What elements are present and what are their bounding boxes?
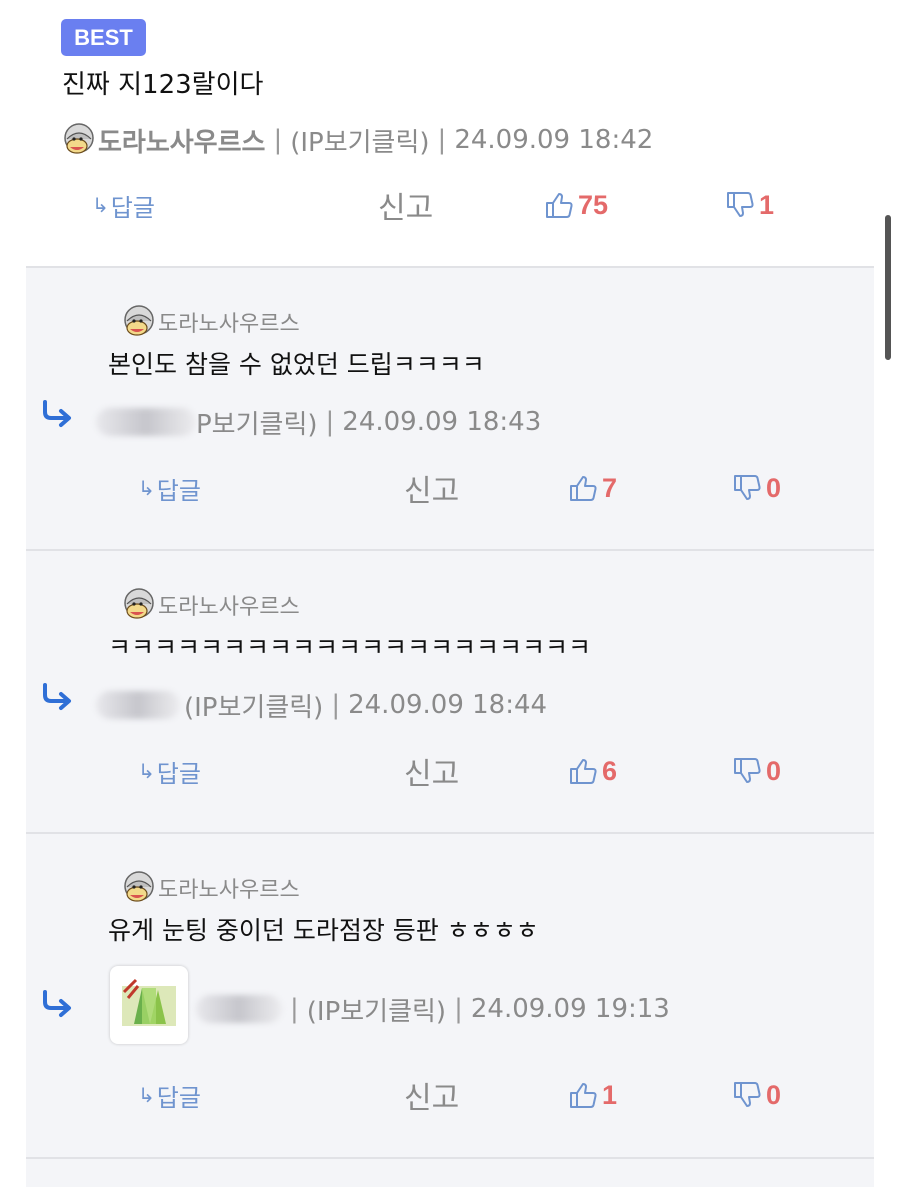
timestamp: 24.09.09 18:43 (342, 407, 542, 437)
downvote-button[interactable]: 0 (732, 463, 781, 513)
reply-label: 답글 (156, 476, 201, 505)
upvote-button[interactable]: 1 (568, 1070, 617, 1120)
avatar-icon (120, 586, 158, 624)
reply-actions: ↳ 답글 신고 7 0 (26, 463, 874, 513)
reply-item: 도라노사우르스 유게 눈팅 중이던 도라점장 등판 ㅎㅎㅎㅎ | (IP보기클릭… (26, 832, 874, 1157)
reply-button[interactable]: ↳ 답글 (138, 463, 201, 513)
avatar-icon (60, 121, 98, 159)
reply-arrow-icon (40, 682, 74, 712)
ip-view-link[interactable]: (IP보기클릭) (290, 122, 429, 159)
reply-actions: ↳ 답글 신고 1 0 (26, 1070, 874, 1120)
upvote-count: 6 (602, 755, 618, 786)
downvote-button[interactable]: 0 (732, 746, 781, 796)
upvote-count: 75 (578, 189, 609, 220)
timestamp: 24.09.09 18:44 (348, 690, 548, 720)
reply-arrow-icon: ↳ (138, 1083, 155, 1107)
downvote-count: 0 (766, 1079, 782, 1110)
reply-label: 답글 (110, 193, 155, 222)
blurred-nick (96, 408, 196, 436)
reply-meta: P보기클릭) | 24.09.09 18:43 (96, 400, 541, 444)
separator: | (325, 407, 335, 437)
reply-arrow-icon: ↳ (92, 193, 109, 217)
separator: | (331, 690, 341, 720)
reply-label: 답글 (156, 759, 201, 788)
author-nick[interactable]: 도라노사우르스 (98, 122, 265, 159)
report-button[interactable]: 신고 (404, 1070, 459, 1120)
reply-meta: | (IP보기클릭) | 24.09.09 19:13 (196, 987, 670, 1031)
next-reply-edge (26, 1157, 874, 1187)
reply-arrow-icon (40, 989, 74, 1019)
thumbs-down-icon (725, 190, 755, 220)
upvote-count: 7 (602, 472, 618, 503)
thumbs-up-icon (568, 473, 598, 503)
upvote-count: 1 (602, 1079, 618, 1110)
comment-meta: 도라노사우르스 | (IP보기클릭) | 24.09.09 18:42 (60, 120, 653, 160)
separator: | (454, 994, 463, 1024)
reply-item: 도라노사우르스 본인도 참을 수 없었던 드립ㅋㅋㅋㅋ P보기클릭) | 24.… (26, 266, 874, 549)
blurred-nick (196, 995, 282, 1023)
reply-author[interactable]: 도라노사우르스 (120, 586, 300, 624)
thumbs-down-icon (732, 473, 762, 503)
reply-arrow-icon: ↳ (138, 759, 155, 783)
thumbs-down-icon (732, 756, 762, 786)
thumbs-down-icon (732, 1080, 762, 1110)
upvote-button[interactable]: 7 (568, 463, 617, 513)
comment-text: 진짜 지123랄이다 (62, 70, 264, 100)
reply-author-nick: 도라노사우르스 (158, 595, 300, 620)
timestamp: 24.09.09 19:13 (470, 994, 670, 1024)
downvote-button[interactable]: 0 (732, 1070, 781, 1120)
upvote-button[interactable]: 75 (544, 180, 608, 230)
reply-meta: (IP보기클릭) | 24.09.09 18:44 (96, 683, 547, 727)
separator: | (290, 994, 299, 1024)
thumbs-up-icon (568, 1080, 598, 1110)
timestamp: 24.09.09 18:42 (454, 125, 654, 155)
reply-item: 도라노사우르스 ㅋㅋㅋㅋㅋㅋㅋㅋㅋㅋㅋㅋㅋㅋㅋㅋㅋㅋㅋㅋㅋ (IP보기클릭) |… (26, 549, 874, 832)
report-button[interactable]: 신고 (378, 180, 433, 230)
ip-view-link[interactable]: (IP보기클릭) (184, 687, 323, 724)
reply-author[interactable]: 도라노사우르스 (120, 869, 300, 907)
reply-text: 유게 눈팅 중이던 도라점장 등판 ㅎㅎㅎㅎ (108, 916, 539, 945)
scrollbar[interactable] (885, 215, 891, 360)
reply-button[interactable]: ↳ 답글 (138, 1070, 201, 1120)
downvote-button[interactable]: 1 (725, 180, 774, 230)
report-button[interactable]: 신고 (404, 463, 459, 513)
downvote-count: 0 (766, 755, 782, 786)
reply-author-nick: 도라노사우르스 (158, 312, 300, 337)
reply-actions: ↳ 답글 신고 6 0 (26, 746, 874, 796)
reply-text: ㅋㅋㅋㅋㅋㅋㅋㅋㅋㅋㅋㅋㅋㅋㅋㅋㅋㅋㅋㅋㅋ (108, 633, 592, 662)
thumbs-up-icon (544, 190, 574, 220)
blurred-nick (96, 691, 180, 719)
avatar-icon (120, 303, 158, 341)
reply-button[interactable]: ↳ 답글 (138, 746, 201, 796)
ip-view-link[interactable]: (IP보기클릭) (307, 991, 446, 1028)
downvote-count: 0 (766, 472, 782, 503)
ip-view-link[interactable]: P보기클릭) (196, 404, 318, 441)
reply-author-nick: 도라노사우르스 (158, 878, 300, 903)
upvote-button[interactable]: 6 (568, 746, 617, 796)
reply-arrow-icon (40, 399, 74, 429)
separator: | (437, 125, 447, 155)
reply-text: 본인도 참을 수 없었던 드립ㅋㅋㅋㅋ (108, 350, 485, 379)
avatar-icon (120, 869, 158, 907)
sticker-icon (110, 966, 188, 1044)
report-button[interactable]: 신고 (404, 746, 459, 796)
reply-author[interactable]: 도라노사우르스 (120, 303, 300, 341)
downvote-count: 1 (759, 189, 775, 220)
reply-arrow-icon: ↳ (138, 476, 155, 500)
comment-actions: ↳ 답글 신고 75 1 (0, 180, 900, 230)
thumbs-up-icon (568, 756, 598, 786)
best-badge: BEST (61, 19, 146, 56)
separator: | (273, 125, 283, 155)
reply-button[interactable]: ↳ 답글 (92, 180, 155, 230)
reply-label: 답글 (156, 1083, 201, 1112)
